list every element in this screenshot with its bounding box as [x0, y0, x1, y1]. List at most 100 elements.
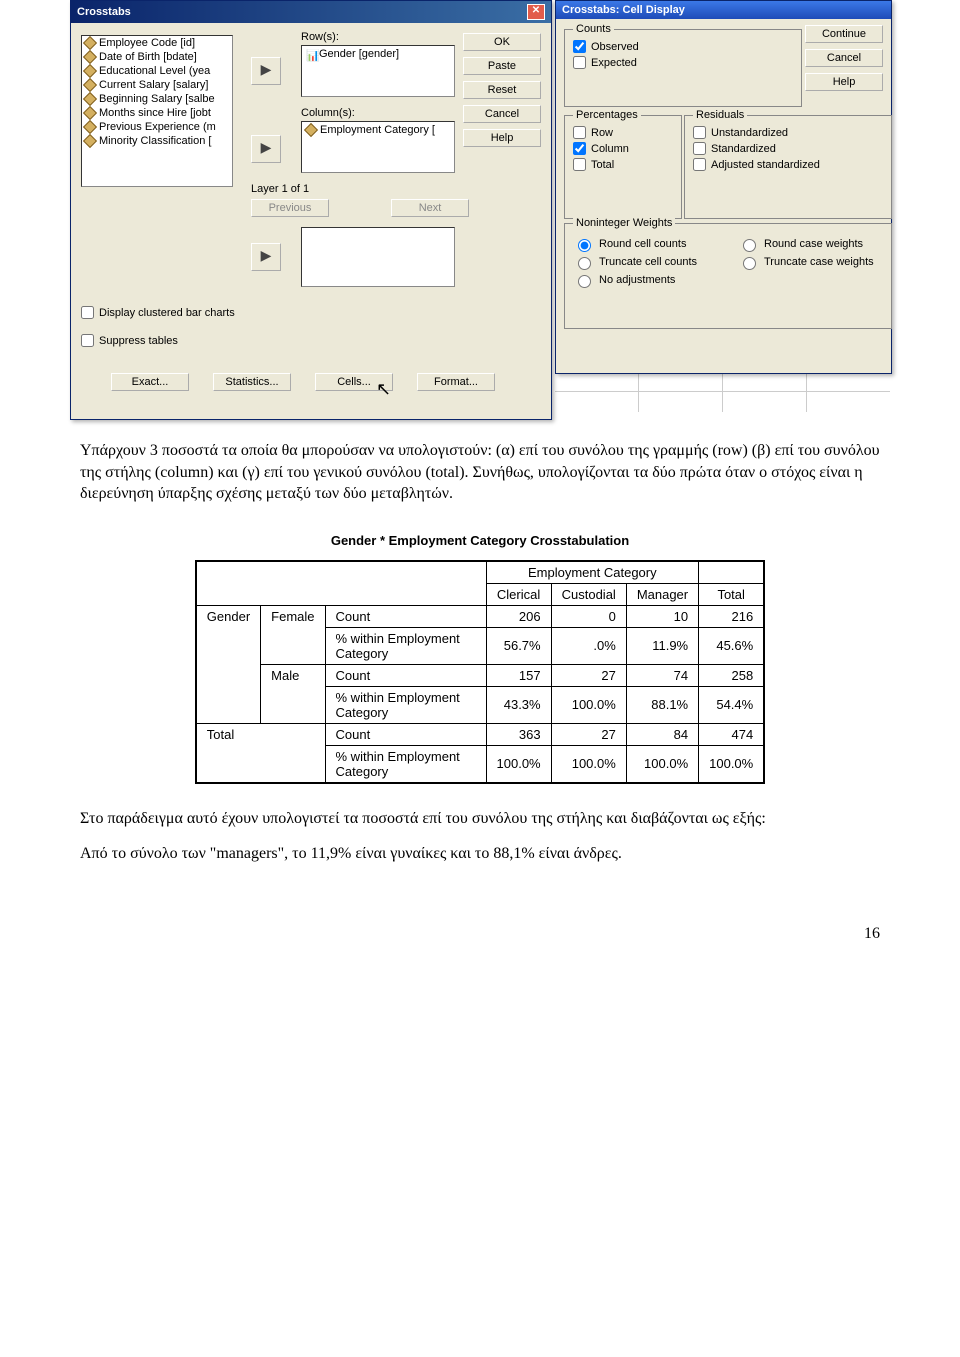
cell: 84 — [626, 723, 698, 745]
standardized-checkbox[interactable]: Standardized — [693, 142, 883, 155]
observed-checkbox[interactable]: Observed — [573, 40, 793, 53]
adj-standardized-checkbox[interactable]: Adjusted standardized — [693, 158, 883, 171]
layer-listbox[interactable] — [301, 227, 455, 287]
titlebar[interactable]: Crosstabs: Cell Display — [556, 1, 891, 19]
stat-label: % within Employment Category — [325, 627, 486, 664]
percentages-legend: Percentages — [573, 109, 641, 121]
cell: 100.0% — [551, 686, 626, 723]
cell: 88.1% — [626, 686, 698, 723]
expected-checkbox[interactable]: Expected — [573, 56, 793, 69]
variable-listbox[interactable]: Employee Code [id] Date of Birth [bdate]… — [81, 35, 233, 187]
ok-button[interactable]: OK — [463, 33, 541, 51]
cell: 100.0% — [699, 745, 765, 783]
cell: 56.7% — [486, 627, 551, 664]
cell-display-dialog: Crosstabs: Cell Display Continue Cancel … — [555, 0, 892, 374]
cursor-icon: ↖ — [376, 379, 391, 400]
list-item[interactable]: Date of Birth [bdate] — [82, 50, 232, 64]
list-item[interactable]: Educational Level (yea — [82, 64, 232, 78]
rows-label: Row(s): — [301, 31, 339, 43]
crosstabs-dialog: Crosstabs ✕ Employee Code [id] Date of B… — [70, 0, 552, 420]
row-label: Total — [196, 723, 325, 783]
suppress-tables-checkbox[interactable]: Suppress tables — [81, 334, 178, 347]
cell: 206 — [486, 605, 551, 627]
list-item[interactable]: Employee Code [id] — [82, 36, 232, 50]
counts-legend: Counts — [573, 23, 614, 35]
previous-button[interactable]: Previous — [251, 199, 329, 217]
list-item[interactable]: Current Salary [salary] — [82, 78, 232, 92]
cell: 0 — [551, 605, 626, 627]
display-clustered-checkbox[interactable]: Display clustered bar charts — [81, 306, 235, 319]
paragraph: Στο παράδειγμα αυτό έχουν υπολογιστεί τα… — [80, 808, 880, 830]
list-item[interactable]: Employment Category [ — [303, 123, 453, 137]
cell: 74 — [626, 664, 698, 686]
dialog-title: Crosstabs — [77, 6, 131, 18]
row-label: Female — [261, 605, 325, 664]
col-header: Manager — [626, 583, 698, 605]
stat-label: Count — [325, 605, 486, 627]
residuals-legend: Residuals — [693, 109, 747, 121]
help-button[interactable]: Help — [805, 73, 883, 91]
layer-label: Layer 1 of 1 — [251, 183, 309, 195]
list-item[interactable]: Previous Experience (m — [82, 120, 232, 134]
list-item[interactable]: Months since Hire [jobt — [82, 106, 232, 120]
next-button[interactable]: Next — [391, 199, 469, 217]
table-title: Gender * Employment Category Crosstabula… — [0, 533, 960, 548]
cols-label: Column(s): — [301, 107, 355, 119]
crosstabulation-table: Employment Category Clerical Custodial M… — [195, 560, 765, 784]
reset-button[interactable]: Reset — [463, 81, 541, 99]
round-cell-radio[interactable]: Round cell counts — [573, 236, 718, 252]
list-item[interactable]: Minority Classification [ — [82, 134, 232, 148]
cell: 43.3% — [486, 686, 551, 723]
background-grid — [555, 370, 890, 410]
cell: 474 — [699, 723, 765, 745]
format-button[interactable]: Format... — [417, 373, 495, 391]
noninteger-legend: Noninteger Weights — [573, 217, 675, 229]
truncate-case-radio[interactable]: Truncate case weights — [738, 254, 883, 270]
cell: 100.0% — [486, 745, 551, 783]
close-icon[interactable]: ✕ — [527, 4, 545, 20]
titlebar[interactable]: Crosstabs ✕ — [71, 1, 551, 23]
cancel-button[interactable]: Cancel — [805, 49, 883, 67]
cell: 100.0% — [626, 745, 698, 783]
percentages-fieldset: Percentages Row Column Total — [564, 115, 682, 219]
list-item[interactable]: Beginning Salary [salbe — [82, 92, 232, 106]
continue-button[interactable]: Continue — [805, 25, 883, 43]
column-checkbox[interactable]: Column — [573, 142, 673, 155]
dialog-title: Crosstabs: Cell Display — [562, 4, 685, 16]
noninteger-fieldset: Noninteger Weights Round cell counts Tru… — [564, 223, 892, 329]
paragraph: Υπάρχουν 3 ποσοστά τα οποία θα μπορούσαν… — [80, 440, 880, 505]
rows-listbox[interactable]: 📊Gender [gender] — [301, 45, 455, 97]
cols-listbox[interactable]: Employment Category [ — [301, 121, 455, 173]
cell: 258 — [699, 664, 765, 686]
cell: 10 — [626, 605, 698, 627]
paste-button[interactable]: Paste — [463, 57, 541, 75]
page-number: 16 — [0, 925, 880, 943]
move-to-cols-button[interactable]: ▶ — [251, 135, 281, 163]
cell: 363 — [486, 723, 551, 745]
super-header: Employment Category — [486, 561, 699, 584]
round-case-radio[interactable]: Round case weights — [738, 236, 883, 252]
cell: 27 — [551, 723, 626, 745]
cell: 157 — [486, 664, 551, 686]
col-header: Total — [699, 583, 765, 605]
no-adjustments-radio[interactable]: No adjustments — [573, 272, 718, 288]
move-to-layer-button[interactable]: ▶ — [251, 243, 281, 271]
statistics-button[interactable]: Statistics... — [213, 373, 291, 391]
list-item[interactable]: 📊Gender [gender] — [303, 47, 453, 61]
stat-label: % within Employment Category — [325, 686, 486, 723]
exact-button[interactable]: Exact... — [111, 373, 189, 391]
row-label: Male — [261, 664, 325, 723]
move-to-rows-button[interactable]: ▶ — [251, 57, 281, 85]
truncate-cell-radio[interactable]: Truncate cell counts — [573, 254, 718, 270]
residuals-fieldset: Residuals Unstandardized Standardized Ad… — [684, 115, 892, 219]
stat-label: Count — [325, 664, 486, 686]
stat-label: % within Employment Category — [325, 745, 486, 783]
cell: .0% — [551, 627, 626, 664]
paragraph: Από το σύνολο των "managers", το 11,9% ε… — [80, 843, 880, 865]
row-checkbox[interactable]: Row — [573, 126, 673, 139]
help-button[interactable]: Help — [463, 129, 541, 147]
cancel-button[interactable]: Cancel — [463, 105, 541, 123]
total-checkbox[interactable]: Total — [573, 158, 673, 171]
unstandardized-checkbox[interactable]: Unstandardized — [693, 126, 883, 139]
cell: 11.9% — [626, 627, 698, 664]
